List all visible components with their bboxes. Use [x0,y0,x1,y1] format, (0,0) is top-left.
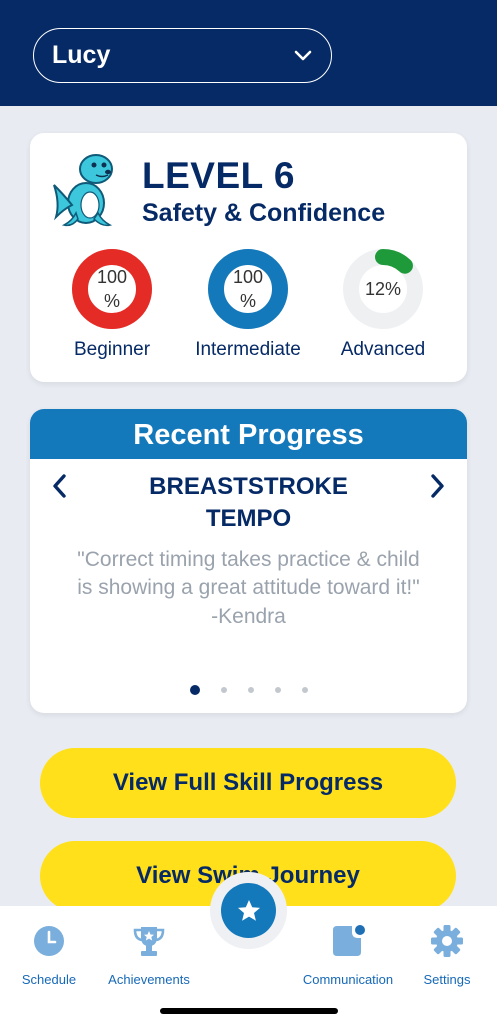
skill-name-line2: TEMPO [205,505,292,532]
gear-icon [431,925,463,957]
child-name: Lucy [52,41,111,69]
chevron-left-icon[interactable] [48,471,72,501]
child-selector[interactable]: Lucy [33,28,332,83]
tab-achievements[interactable]: Achievements [98,924,200,987]
seal-mascot-icon [53,154,113,227]
chevron-down-icon [294,50,312,60]
view-full-skill-progress-button[interactable]: View Full Skill Progress [40,748,456,818]
carousel-dot[interactable] [247,687,254,693]
tab-schedule-label: Schedule [21,972,77,987]
star-icon [237,899,260,921]
quote-line1: "Correct timing takes practice & child [77,548,420,571]
tab-settings[interactable]: Settings [414,924,480,987]
skill-name: BREASTSTROKE TEMPO [90,471,407,535]
trophy-icon [133,927,165,956]
carousel-dot[interactable] [189,685,200,695]
ring-intermediate[interactable]: 100 % Intermediate [188,247,308,361]
ring-beginner[interactable]: 100 % Beginner [52,247,172,361]
recent-progress-heading: Recent Progress [30,409,467,459]
instructor-quote: "Correct timing takes practice & child i… [44,546,453,602]
quote-author: -Kendra [211,605,286,628]
favorites-button[interactable] [221,883,276,938]
carousel-dot[interactable] [220,687,227,693]
tab-settings-label: Settings [423,972,471,987]
level-subtitle: Safety & Confidence [142,199,386,227]
tab-achievements-label: Achievements [108,972,190,987]
tab-communication-label: Communication [302,972,394,987]
home-indicator [160,1008,338,1014]
message-icon [333,925,365,956]
ring-intermediate-percent: 100 % [232,267,264,311]
ring-beginner-label: Beginner [73,339,151,360]
ring-advanced-label: Advanced [340,339,426,360]
level-title: LEVEL 6 [142,155,295,196]
ring-beginner-percent: 100 % [96,267,128,311]
level-card: LEVEL 6 Safety & Confidence 100 % Beginn… [30,133,467,382]
quote-line2: is showing a great attitude toward it!" [77,576,420,599]
chevron-right-icon[interactable] [425,471,449,501]
ring-advanced-percent: 12% [364,279,402,299]
carousel-dot[interactable] [301,687,308,693]
tab-communication[interactable]: Communication [296,924,400,987]
skill-name-line1: BREASTSTROKE [149,473,348,500]
tab-schedule[interactable]: Schedule [12,924,86,987]
carousel-dot[interactable] [274,687,281,693]
carousel-dots [30,685,467,695]
recent-progress-card: Recent Progress BREASTSTROKE TEMPO "Corr… [30,409,467,713]
ring-advanced[interactable]: 12% Advanced [323,247,443,361]
clock-icon [34,926,64,956]
header-bar: Lucy [0,0,497,106]
ring-intermediate-label: Intermediate [195,339,301,360]
